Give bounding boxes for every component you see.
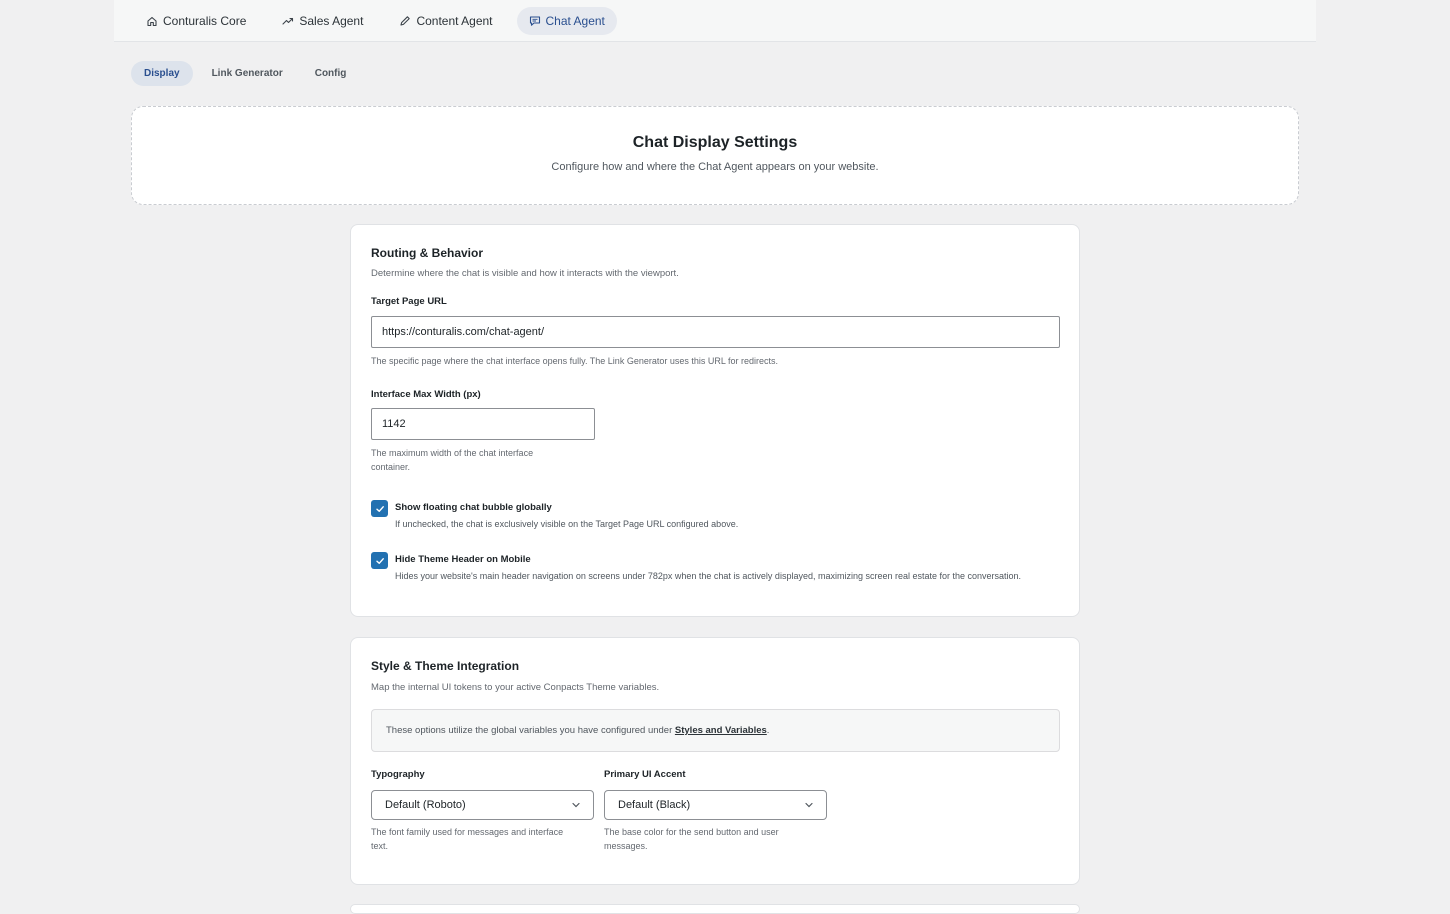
tab-label: Conturalis Core	[163, 13, 247, 28]
target-url-help: The specific page where the chat interfa…	[371, 356, 779, 366]
tab-sales-agent[interactable]: Sales Agent	[270, 7, 375, 35]
trend-icon	[282, 17, 294, 25]
chevron-down-icon	[805, 802, 813, 808]
tab-label: Sales Agent	[299, 13, 364, 28]
tab-label: Content Agent	[416, 13, 493, 28]
hide-header-help: Hides your website's main header navigat…	[395, 571, 1022, 581]
home-icon	[147, 16, 157, 26]
chat-icon	[529, 15, 540, 26]
checkmark-icon	[375, 505, 384, 512]
sub-tabs: Display Link Generator Config	[131, 61, 359, 86]
accent-label: Primary UI Accent	[604, 769, 686, 780]
floating-bubble-help: If unchecked, the chat is exclusively vi…	[395, 519, 739, 529]
next-card	[350, 904, 1080, 914]
info-notice: These options utilize the global variabl…	[371, 709, 1060, 752]
page-subtitle: Configure how and where the Chat Agent a…	[551, 161, 879, 173]
chevron-down-icon	[572, 802, 580, 808]
max-width-label: Interface Max Width (px)	[371, 389, 481, 400]
section-title: Style & Theme Integration	[371, 659, 520, 673]
page-title: Chat Display Settings	[632, 134, 798, 151]
top-nav: Conturalis Core Sales Agent Content Agen…	[114, 0, 1316, 42]
pencil-icon	[400, 15, 411, 26]
checkmark-icon	[375, 557, 384, 564]
styles-variables-link[interactable]: Styles and Variables	[675, 725, 767, 736]
floating-bubble-checkbox[interactable]	[371, 500, 388, 517]
tab-content-agent[interactable]: Content Agent	[387, 7, 504, 35]
subtab-config[interactable]: Config	[302, 61, 360, 86]
typography-help: The font family used for messages and in…	[371, 827, 564, 851]
target-url-input[interactable]	[371, 316, 1060, 348]
typography-select[interactable]: Default (Roboto)	[371, 790, 594, 820]
tab-conturalis-core[interactable]: Conturalis Core	[134, 7, 258, 35]
hide-header-checkbox[interactable]	[371, 552, 388, 569]
typography-label: Typography	[371, 769, 425, 780]
hide-header-row: Hide Theme Header on Mobile Hides your w…	[371, 552, 1035, 583]
hide-header-label: Hide Theme Header on Mobile	[395, 554, 531, 565]
subtab-link-generator[interactable]: Link Generator	[199, 61, 296, 86]
floating-bubble-label: Show floating chat bubble globally	[395, 502, 552, 513]
section-description: Map the internal UI tokens to your activ…	[371, 682, 660, 693]
floating-bubble-row: Show floating chat bubble globally If un…	[371, 500, 1035, 531]
subtab-display[interactable]: Display	[131, 61, 193, 86]
tab-chat-agent[interactable]: Chat Agent	[516, 6, 617, 35]
accent-help: The base color for the send button and u…	[604, 827, 779, 851]
tab-label: Chat Agent	[545, 13, 605, 28]
target-url-label: Target Page URL	[371, 296, 447, 307]
style-card: Style & Theme Integration Map the intern…	[350, 637, 1080, 885]
accent-select[interactable]: Default (Black)	[604, 790, 827, 820]
section-description: Determine where the chat is visible and …	[371, 268, 679, 279]
max-width-input[interactable]	[371, 408, 595, 440]
routing-card: Routing & Behavior Determine where the c…	[350, 224, 1080, 617]
max-width-help: The maximum width of the chat interface …	[371, 448, 534, 472]
settings-header: Chat Display Settings Configure how and …	[131, 106, 1299, 205]
section-title: Routing & Behavior	[371, 246, 484, 260]
